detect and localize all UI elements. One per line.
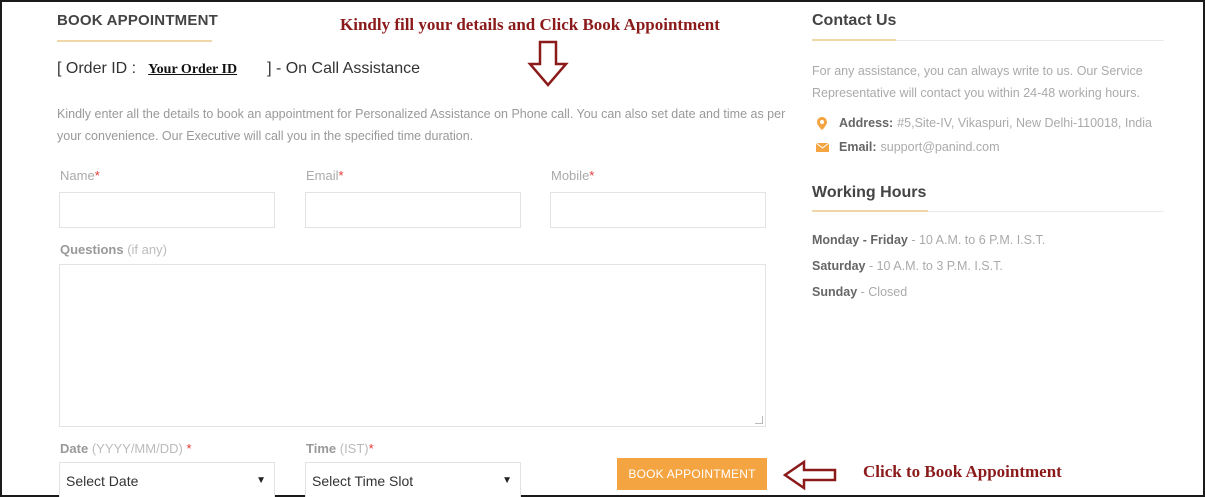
resize-grip-icon[interactable]	[755, 416, 763, 424]
questions-textarea[interactable]	[59, 264, 766, 427]
order-prefix: [ Order ID :	[57, 60, 137, 77]
date-select[interactable]: Select Date ▼	[59, 462, 275, 497]
order-line: [ Order ID : Your Order ID ] - On Call A…	[57, 60, 420, 78]
mobile-input[interactable]	[550, 192, 766, 228]
address-row: Address: #5,Site-IV, Vikaspuri, New Delh…	[815, 116, 1152, 130]
email-input[interactable]	[305, 192, 521, 228]
date-label: Date (YYYY/MM/DD) *	[60, 441, 192, 456]
contact-accent	[812, 39, 896, 41]
name-label: Name*	[60, 168, 100, 183]
heading-underline	[57, 40, 212, 42]
order-suffix: ] - On Call Assistance	[267, 60, 421, 77]
name-input[interactable]	[59, 192, 275, 228]
map-pin-icon	[815, 116, 829, 130]
intro-text: Kindly enter all the details to book an …	[57, 107, 786, 143]
hours-row-sunday: Sunday - Closed	[812, 285, 908, 299]
email-label: Email*	[306, 168, 344, 183]
arrow-left-annotation-icon	[782, 459, 837, 491]
date-select-value: Select Date	[66, 473, 139, 489]
time-select[interactable]: Select Time Slot ▼	[305, 462, 521, 497]
annotation-top: Kindly fill your details and Click Book …	[340, 15, 720, 34]
order-id-value: Your Order ID	[148, 62, 238, 77]
hours-row-weekdays: Monday - Friday - 10 A.M. to 6 P.M. I.S.…	[812, 233, 1046, 247]
hours-row-saturday: Saturday - 10 A.M. to 3 P.M. I.S.T.	[812, 259, 1003, 273]
contact-heading: Contact Us	[812, 12, 897, 29]
time-select-value: Select Time Slot	[312, 473, 414, 489]
email-row: Email: support@panind.com	[815, 140, 1000, 154]
arrow-down-annotation-icon	[527, 40, 569, 87]
book-appointment-heading: BOOK APPOINTMENT	[57, 12, 218, 29]
caret-down-icon: ▼	[256, 475, 266, 486]
caret-down-icon: ▼	[502, 475, 512, 486]
book-appointment-button[interactable]: BOOK APPOINTMENT	[617, 458, 767, 490]
envelope-icon	[815, 142, 829, 152]
annotation-bottom: Click to Book Appointment	[863, 462, 1062, 481]
time-label: Time (IST)*	[306, 441, 374, 456]
questions-label: Questions (if any)	[60, 242, 167, 257]
contact-text: For any assistance, you can always write…	[812, 64, 1143, 100]
working-hours-heading: Working Hours	[812, 184, 927, 201]
hours-accent	[812, 210, 928, 212]
mobile-label: Mobile*	[551, 168, 595, 183]
